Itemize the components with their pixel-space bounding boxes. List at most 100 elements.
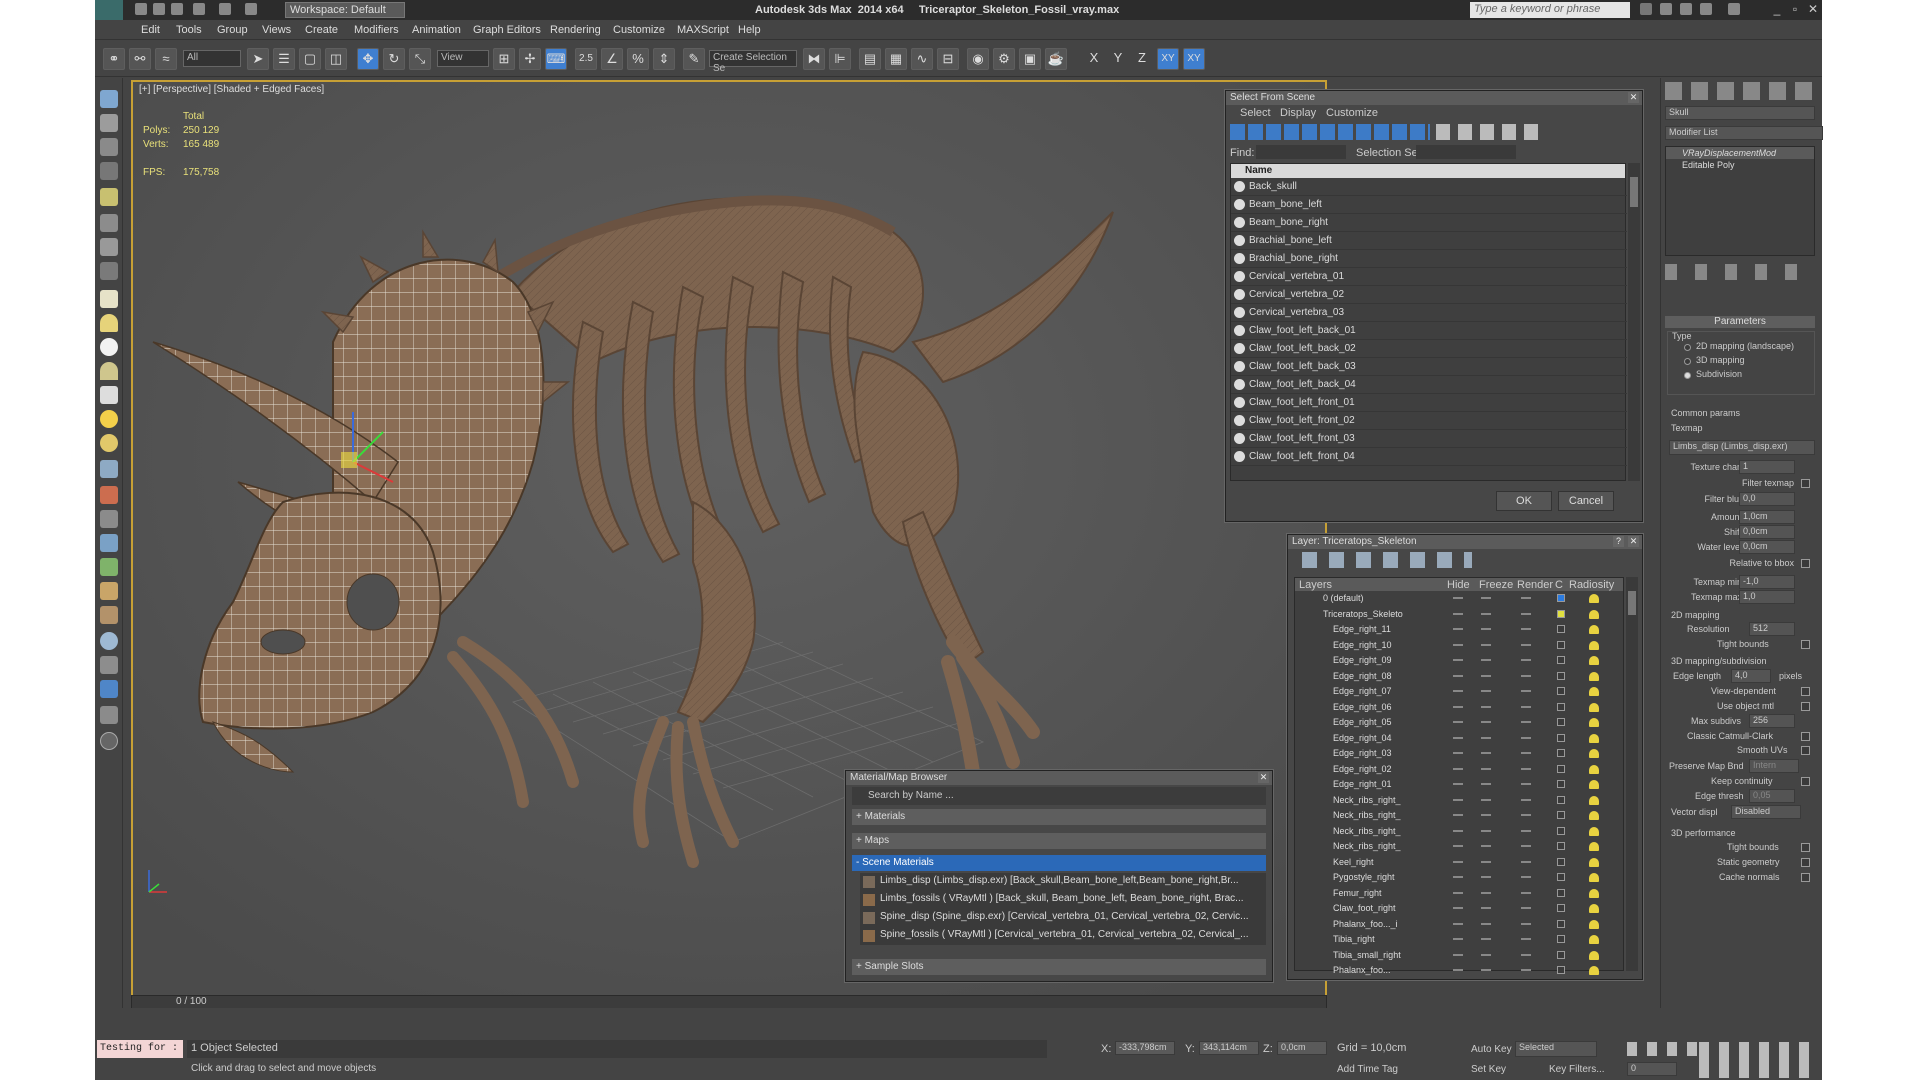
param-field[interactable]: 1,0 bbox=[1739, 590, 1795, 604]
viewport-label[interactable]: [+] [Perspective] [Shaded + Edged Faces] bbox=[139, 84, 324, 95]
keyboard-shortcut-override-icon[interactable]: ⌨ bbox=[545, 48, 567, 70]
param-field[interactable]: 1 bbox=[1739, 460, 1795, 474]
layer-color-swatch[interactable] bbox=[1557, 966, 1565, 974]
subscription-icon[interactable] bbox=[1660, 3, 1672, 15]
layer-toggle[interactable] bbox=[1453, 752, 1463, 754]
mmb-group-scene-materials[interactable]: - Scene Materials bbox=[852, 855, 1266, 871]
add-time-tag[interactable]: Add Time Tag bbox=[1337, 1064, 1398, 1075]
layer-toggle[interactable] bbox=[1453, 597, 1463, 599]
radiosity-icon[interactable] bbox=[1589, 842, 1599, 851]
sfs-item[interactable]: Cervical_vertebra_02 bbox=[1231, 286, 1627, 304]
resolution-field[interactable]: 512 bbox=[1749, 622, 1795, 636]
radiosity-icon[interactable] bbox=[1589, 966, 1599, 975]
x-coordinate-field[interactable]: -333,798cm bbox=[1115, 1041, 1175, 1055]
layer-toggle[interactable] bbox=[1453, 922, 1463, 925]
param-field[interactable]: -1,0 bbox=[1739, 575, 1795, 589]
layer-toggle[interactable] bbox=[1453, 643, 1463, 646]
search-input[interactable]: Type a keyword or phrase bbox=[1470, 2, 1630, 18]
layer-toggle[interactable] bbox=[1521, 953, 1531, 956]
layer-toggle[interactable] bbox=[1521, 659, 1531, 661]
menu-edit[interactable]: Edit bbox=[141, 24, 160, 36]
lt-tool-14-icon[interactable] bbox=[100, 410, 118, 428]
curve-editor-icon[interactable]: ∿ bbox=[911, 48, 933, 70]
layer-color-swatch[interactable] bbox=[1557, 687, 1565, 695]
sfs-item[interactable]: Brachial_bone_left bbox=[1231, 232, 1627, 250]
mmb-search[interactable]: Search by Name ... bbox=[852, 787, 1266, 805]
layer-toggle[interactable] bbox=[1481, 736, 1491, 739]
layer-toggle[interactable] bbox=[1521, 597, 1531, 599]
lt-tool-20-icon[interactable] bbox=[100, 558, 118, 576]
auto-key-button[interactable]: Auto Key bbox=[1471, 1044, 1512, 1055]
stack-item-vraydisplacement[interactable]: VRayDisplacementMod bbox=[1666, 147, 1814, 159]
lt-tool-19-icon[interactable] bbox=[100, 534, 118, 552]
layer-toggle[interactable] bbox=[1481, 876, 1491, 878]
menu-modifiers[interactable]: Modifiers bbox=[354, 24, 399, 36]
radiosity-icon[interactable] bbox=[1589, 702, 1599, 712]
lt-tool-08-icon[interactable] bbox=[100, 262, 118, 280]
layer-color-swatch[interactable] bbox=[1557, 873, 1565, 881]
pivot-center-icon[interactable]: ⊞ bbox=[493, 48, 515, 70]
layer-toggle[interactable] bbox=[1521, 845, 1531, 847]
y-coordinate-field[interactable]: 343,114cm bbox=[1199, 1041, 1259, 1055]
edge-thresh-field[interactable]: 0,05 bbox=[1749, 789, 1795, 803]
layer-col-freeze[interactable]: Freeze bbox=[1479, 579, 1513, 591]
layer-row[interactable]: Edge_right_03 bbox=[1295, 746, 1623, 762]
smooth-uvs-checkbox[interactable] bbox=[1801, 746, 1810, 755]
preserve-map-dropdown[interactable]: Intern bbox=[1749, 759, 1799, 773]
radiosity-icon[interactable] bbox=[1589, 873, 1599, 882]
layer-toggle[interactable] bbox=[1521, 814, 1531, 816]
lt-tool-26-icon[interactable] bbox=[100, 706, 118, 724]
lt-tool-02-icon[interactable] bbox=[100, 114, 118, 132]
layer-toggle[interactable] bbox=[1453, 690, 1463, 692]
angle-snap-icon[interactable]: ∠ bbox=[601, 48, 623, 70]
window-crossing-icon[interactable]: ◫ bbox=[325, 48, 347, 70]
radiosity-icon[interactable] bbox=[1589, 857, 1599, 867]
lt-tool-01-icon[interactable] bbox=[100, 90, 118, 108]
layer-close-icon[interactable]: ✕ bbox=[1628, 536, 1639, 547]
workspace-dropdown[interactable]: Workspace: Default bbox=[285, 2, 405, 18]
sfs-cancel-button[interactable]: Cancel bbox=[1558, 491, 1614, 511]
z-coordinate-field[interactable]: 0,0cm bbox=[1277, 1041, 1327, 1055]
lt-tool-03-icon[interactable] bbox=[100, 138, 118, 156]
layer-color-swatch[interactable] bbox=[1557, 733, 1565, 742]
radiosity-icon[interactable] bbox=[1589, 764, 1599, 774]
sfs-menu-customize[interactable]: Customize bbox=[1326, 107, 1378, 119]
layer-toggle[interactable] bbox=[1521, 876, 1531, 878]
menu-create[interactable]: Create bbox=[305, 24, 338, 36]
layer-color-swatch[interactable] bbox=[1557, 795, 1565, 804]
layer-toggle[interactable] bbox=[1481, 767, 1491, 770]
radiosity-icon[interactable] bbox=[1589, 795, 1599, 805]
radiosity-icon[interactable] bbox=[1589, 656, 1599, 665]
radiosity-icon[interactable] bbox=[1589, 609, 1599, 619]
keep-continuity-checkbox[interactable] bbox=[1801, 777, 1810, 786]
communication-icon[interactable] bbox=[1680, 3, 1692, 15]
command-panel-tabs[interactable] bbox=[1665, 82, 1815, 100]
static-geometry-checkbox[interactable] bbox=[1801, 858, 1810, 867]
radiosity-icon[interactable] bbox=[1589, 594, 1599, 603]
layer-row[interactable]: Keel_right bbox=[1295, 855, 1623, 871]
radiosity-icon[interactable] bbox=[1589, 687, 1599, 696]
layer-row[interactable]: Tibia_right bbox=[1295, 932, 1623, 948]
layer-row[interactable]: Edge_right_01 bbox=[1295, 777, 1623, 793]
selection-filter-dropdown[interactable]: All bbox=[183, 50, 241, 67]
texmap-button[interactable]: Limbs_disp (Limbs_disp.exr) bbox=[1669, 440, 1815, 455]
layer-color-swatch[interactable] bbox=[1557, 718, 1565, 726]
layer-manager-icon[interactable]: ▤ bbox=[859, 48, 881, 70]
layer-toggle[interactable] bbox=[1481, 643, 1491, 646]
material-editor-icon[interactable]: ◉ bbox=[967, 48, 989, 70]
layer-row[interactable]: Neck_ribs_right_ bbox=[1295, 808, 1623, 824]
scale-icon[interactable]: ⤡ bbox=[409, 48, 431, 70]
layer-toggle[interactable] bbox=[1481, 953, 1491, 956]
radiosity-icon[interactable] bbox=[1589, 888, 1599, 898]
lt-tool-05-icon[interactable] bbox=[100, 188, 118, 206]
lt-tool-15-icon[interactable] bbox=[100, 434, 118, 452]
cache-normals-checkbox[interactable] bbox=[1801, 873, 1810, 882]
layer-toggle[interactable] bbox=[1453, 969, 1463, 971]
mmb-group-materials[interactable]: + Materials bbox=[852, 809, 1266, 825]
layer-toggle[interactable] bbox=[1481, 907, 1491, 909]
named-selection-set-dropdown[interactable]: Create Selection Se bbox=[709, 50, 797, 74]
viewport-navigation-controls[interactable] bbox=[1699, 1042, 1809, 1078]
classic-checkbox[interactable] bbox=[1801, 732, 1810, 741]
xy-plane-cycle-icon[interactable]: XY bbox=[1183, 48, 1205, 70]
lt-tool-13-icon[interactable] bbox=[100, 386, 118, 404]
